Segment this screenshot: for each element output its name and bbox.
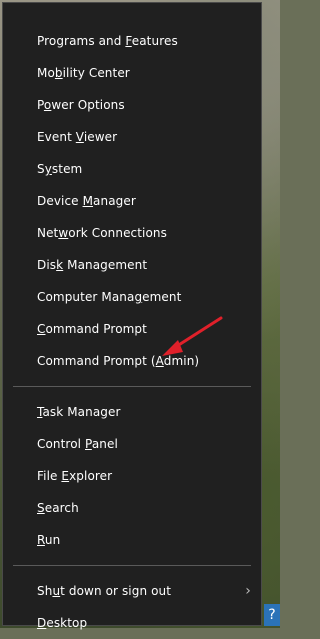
- menu-item-label-part: S: [37, 162, 45, 176]
- menu-item-power-options[interactable]: Power Options: [3, 89, 261, 121]
- menu-item-label-part: ask Manager: [42, 405, 121, 419]
- menu-item-label-part: Command Prompt (: [37, 354, 156, 368]
- menu-separator: [13, 565, 251, 566]
- menu-item-access-key: P: [85, 437, 92, 451]
- menu-item-shut-down-or-sign-out[interactable]: Shut down or sign out ›: [3, 575, 261, 607]
- menu-item-label-part: wer Options: [51, 98, 125, 112]
- menu-item-event-viewer[interactable]: Event Viewer: [3, 121, 261, 153]
- menu-item-access-key: V: [75, 130, 84, 144]
- menu-item-label-part: File: [37, 469, 62, 483]
- menu-item-command-prompt[interactable]: Command Prompt: [3, 313, 261, 345]
- menu-item-task-manager[interactable]: Task Manager: [3, 396, 261, 428]
- chevron-right-icon: ›: [245, 583, 251, 599]
- menu-item-label-part: anager: [93, 194, 136, 208]
- menu-separator: [13, 386, 251, 387]
- menu-item-desktop[interactable]: Desktop: [3, 607, 261, 639]
- menu-item-label-part: stem: [51, 162, 83, 176]
- help-icon[interactable]: ?: [264, 604, 280, 626]
- menu-item-device-manager[interactable]: Device Manager: [3, 185, 261, 217]
- menu-item-label-part: earch: [44, 501, 79, 515]
- menu-item-access-key: y: [44, 162, 52, 176]
- menu-item-programs-and-features[interactable]: Programs and Features: [3, 25, 261, 57]
- menu-item-control-panel[interactable]: Control Panel: [3, 428, 261, 460]
- menu-item-label-part: ork Connections: [68, 226, 167, 240]
- menu-item-label-part: Event: [37, 130, 76, 144]
- menu-item-file-explorer[interactable]: File Explorer: [3, 460, 261, 492]
- menu-item-network-connections[interactable]: Network Connections: [3, 217, 261, 249]
- menu-item-access-key: R: [37, 533, 45, 547]
- menu-item-label-part: ility Center: [62, 66, 130, 80]
- menu-item-label-part: dmin): [163, 354, 200, 368]
- menu-item-access-key: g: [134, 290, 143, 304]
- menu-group-apps: Task Manager Control Panel File Explorer Se…: [3, 396, 261, 556]
- menu-item-label-part: un: [44, 533, 61, 547]
- menu-item-label-part: t down or sign out: [60, 584, 172, 598]
- menu-item-label-part: Sh: [37, 584, 53, 598]
- menu-item-access-key: M: [82, 194, 94, 208]
- menu-item-label-part: ement: [142, 290, 182, 304]
- menu-item-access-key: b: [54, 66, 63, 80]
- menu-item-label-part: Device: [37, 194, 83, 208]
- menu-item-mobility-center[interactable]: Mobility Center: [3, 57, 261, 89]
- menu-item-label-part: Dis: [37, 258, 57, 272]
- menu-item-label-part: Programs and: [37, 34, 126, 48]
- menu-item-label-part: P: [37, 98, 44, 112]
- menu-item-label-part: iewer: [83, 130, 118, 144]
- menu-item-access-key: w: [58, 226, 69, 240]
- menu-item-label-part: anel: [91, 437, 118, 451]
- menu-item-search[interactable]: Search: [3, 492, 261, 524]
- menu-item-label-part: eatures: [131, 34, 178, 48]
- menu-item-access-key: S: [37, 501, 45, 515]
- menu-item-label-part: Control: [37, 437, 85, 451]
- menu-item-command-prompt-admin[interactable]: Command Prompt (Admin): [3, 345, 261, 377]
- menu-item-label-part: Computer Mana: [37, 290, 135, 304]
- winx-quick-link-menu: Programs and Features Mobility Center Powe…: [2, 2, 262, 630]
- menu-item-access-key: u: [52, 584, 61, 598]
- menu-item-run[interactable]: Run: [3, 524, 261, 556]
- menu-item-label-part: Mo: [37, 66, 55, 80]
- menu-item-disk-management[interactable]: Disk Management: [3, 249, 261, 281]
- menu-item-access-key: A: [155, 354, 164, 368]
- menu-item-label-part: Management: [63, 258, 148, 272]
- menu-item-label-part: ommand Prompt: [45, 322, 147, 336]
- menu-item-access-key: E: [61, 469, 70, 483]
- menu-item-label-part: xplorer: [69, 469, 113, 483]
- menu-item-system[interactable]: System: [3, 153, 261, 185]
- menu-item-computer-management[interactable]: Computer Management: [3, 281, 261, 313]
- menu-item-label-part: Net: [37, 226, 59, 240]
- menu-group-system-tools: Programs and Features Mobility Center Powe…: [3, 25, 261, 377]
- menu-group-power: Shut down or sign out › Desktop: [3, 575, 261, 639]
